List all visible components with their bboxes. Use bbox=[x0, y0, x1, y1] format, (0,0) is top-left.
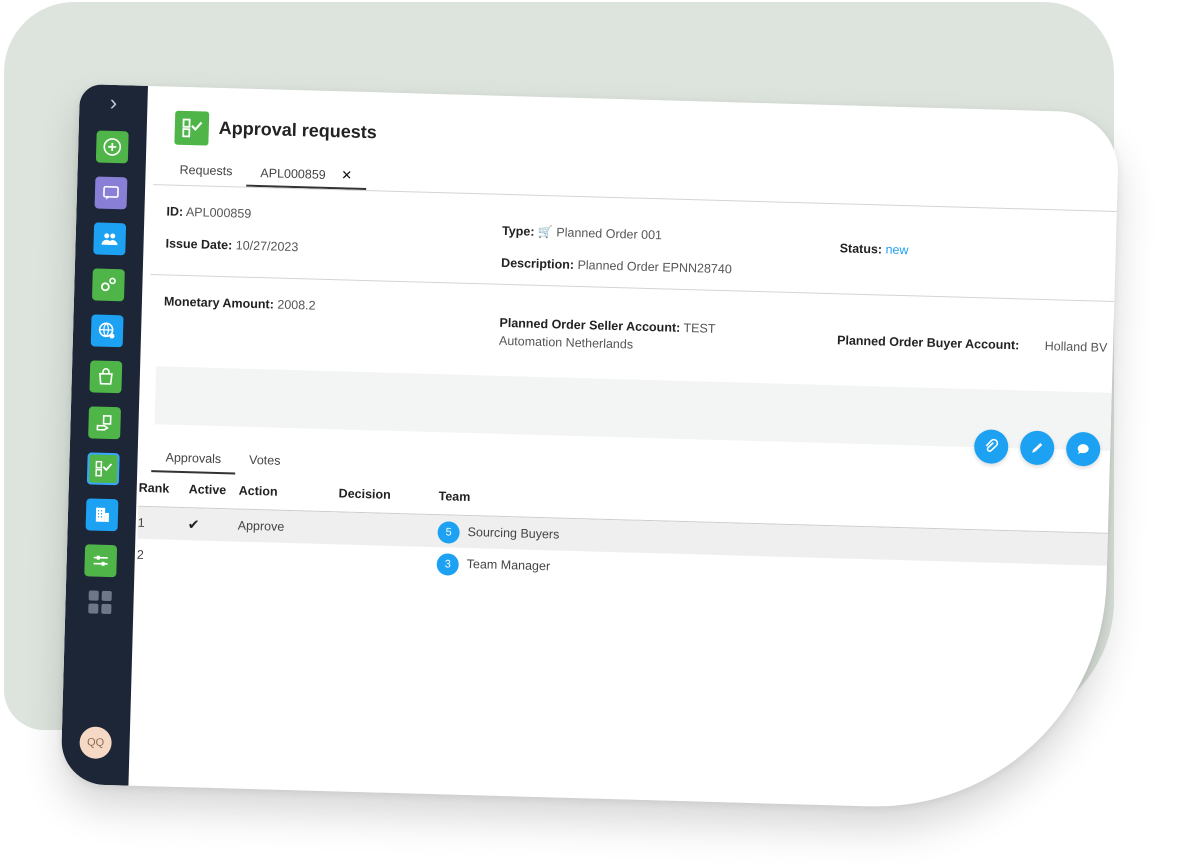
monetary-amount-field: Monetary Amount: 2008.2 bbox=[164, 294, 316, 312]
details-footer-band bbox=[154, 366, 1112, 451]
grid-cell bbox=[87, 603, 98, 614]
type-label: Type: bbox=[501, 223, 535, 239]
team-count-badge: 3 bbox=[436, 552, 460, 576]
grid-cell bbox=[101, 590, 112, 602]
monetary-amount-value: 2008.2 bbox=[277, 297, 316, 313]
description-value: Planned Order EPNN28740 bbox=[577, 257, 732, 277]
column-header-action[interactable]: Action bbox=[238, 477, 278, 506]
tab-label: APL000859 bbox=[260, 166, 326, 182]
edit-button[interactable] bbox=[1019, 430, 1055, 466]
page-title: Approval requests bbox=[218, 117, 378, 143]
user-avatar[interactable]: QQ bbox=[79, 726, 113, 760]
gears-icon bbox=[100, 277, 116, 292]
grid-cell bbox=[100, 603, 111, 615]
seller-account-value-line2: Automation Netherlands bbox=[498, 333, 634, 352]
action-cell bbox=[236, 542, 237, 574]
issue-date-field: Issue Date: 10/27/2023 bbox=[165, 236, 298, 254]
column-header-rank[interactable]: Rank bbox=[138, 474, 170, 503]
comment-button[interactable] bbox=[1065, 431, 1101, 467]
type-field: Type: 🛒 Planned Order 001 bbox=[502, 224, 662, 242]
team-cell: 5 Sourcing Buyers bbox=[437, 515, 560, 550]
chat-bubble-icon bbox=[103, 185, 119, 200]
tab-approvals[interactable]: Approvals bbox=[151, 442, 236, 475]
column-header-active[interactable]: Active bbox=[188, 475, 227, 504]
attach-icon bbox=[985, 438, 999, 452]
tab-requests[interactable]: Requests bbox=[165, 156, 247, 186]
action-cell: Approve bbox=[237, 518, 285, 534]
tab-label: Requests bbox=[179, 162, 233, 179]
apps-grid-icon[interactable] bbox=[87, 590, 112, 615]
tab-label: Votes bbox=[248, 452, 281, 468]
comment-icon bbox=[1077, 444, 1089, 455]
sidebar-item-messages[interactable] bbox=[94, 176, 128, 210]
id-label: ID: bbox=[166, 204, 184, 219]
description-field: Description: Planned Order EPNN28740 bbox=[501, 256, 732, 276]
app-window: › QQ Approval requests Requests APL00085… bbox=[60, 84, 1120, 813]
sidebar-item-add[interactable] bbox=[95, 130, 129, 164]
description-label: Description: bbox=[500, 255, 575, 272]
close-tab-icon[interactable]: ✕ bbox=[341, 167, 352, 182]
approvals-table: Rank Active Action Decision Team 1 ✔ App… bbox=[136, 473, 1119, 598]
status-field: Status: new bbox=[840, 241, 909, 257]
users-icon bbox=[101, 233, 118, 246]
grid-cell bbox=[88, 590, 99, 601]
tab-apl000859[interactable]: APL000859 ✕ bbox=[246, 158, 367, 191]
expand-sidebar-chevron-icon[interactable]: › bbox=[79, 90, 148, 116]
tabs-divider bbox=[153, 184, 1117, 212]
shop-icon bbox=[99, 368, 113, 385]
approval-tabs: Approvals Votes bbox=[151, 442, 295, 476]
seller-account-value-line1: TEST bbox=[683, 320, 716, 336]
active-cell: ✔ bbox=[187, 508, 200, 540]
rank-cell: 1 bbox=[137, 515, 145, 530]
id-value: APL000859 bbox=[185, 205, 252, 221]
issue-date-value: 10/27/2023 bbox=[235, 238, 299, 255]
approval-requests-icon bbox=[174, 110, 210, 146]
tab-votes[interactable]: Votes bbox=[235, 444, 295, 476]
sidebar-item-settings[interactable] bbox=[91, 268, 125, 302]
seller-account-label: Planned Order Seller Account: bbox=[499, 315, 681, 335]
status-label: Status: bbox=[839, 241, 883, 257]
team-count-badge: 5 bbox=[437, 520, 460, 544]
sliders-icon bbox=[93, 555, 108, 566]
globe-settings-icon bbox=[98, 322, 115, 339]
building-icon bbox=[95, 507, 110, 522]
cart-icon: 🛒 bbox=[537, 224, 554, 240]
rank-cell: 2 bbox=[136, 547, 145, 562]
buyer-account-field: Planned Order Buyer Account: Holland BV bbox=[837, 333, 1108, 355]
team-cell: 3 Team Manager bbox=[436, 547, 550, 582]
check-icon: ✔ bbox=[187, 516, 200, 533]
team-name[interactable]: Team Manager bbox=[467, 557, 551, 573]
team-name[interactable]: Sourcing Buyers bbox=[467, 525, 559, 542]
column-header-decision[interactable]: Decision bbox=[338, 479, 391, 508]
edit-icon bbox=[1032, 442, 1043, 453]
sidebar-item-global[interactable] bbox=[90, 314, 124, 348]
buyer-account-value: Holland BV bbox=[1044, 339, 1108, 355]
status-value: new bbox=[885, 242, 909, 258]
type-value: Planned Order 001 bbox=[556, 225, 663, 243]
sidebar-item-approvals[interactable] bbox=[86, 452, 120, 486]
add-circle-icon bbox=[103, 138, 122, 156]
monetary-amount-label: Monetary Amount: bbox=[163, 294, 275, 312]
sidebar-item-organizations[interactable] bbox=[85, 498, 119, 532]
sidebar-item-users[interactable] bbox=[93, 222, 127, 256]
tab-label: Approvals bbox=[165, 450, 222, 467]
sidebar-item-config[interactable] bbox=[84, 544, 118, 578]
attach-button[interactable] bbox=[973, 429, 1009, 465]
decision-cell bbox=[337, 512, 338, 544]
approval-checklist-icon bbox=[95, 460, 113, 477]
buyer-account-label: Planned Order Buyer Account: bbox=[836, 333, 1020, 353]
hand-doc-icon bbox=[96, 414, 112, 431]
sidebar-item-contracts[interactable] bbox=[88, 406, 121, 440]
decision-cell bbox=[336, 544, 337, 576]
column-header-team[interactable]: Team bbox=[438, 482, 471, 511]
issue-date-label: Issue Date: bbox=[165, 236, 233, 253]
main-content: Approval requests Requests APL000859 ✕ I… bbox=[128, 86, 1119, 813]
sidebar-item-shop[interactable] bbox=[89, 360, 123, 394]
seller-account-field: Planned Order Seller Account: TEST Autom… bbox=[499, 314, 716, 356]
id-field: ID: APL000859 bbox=[166, 204, 251, 220]
